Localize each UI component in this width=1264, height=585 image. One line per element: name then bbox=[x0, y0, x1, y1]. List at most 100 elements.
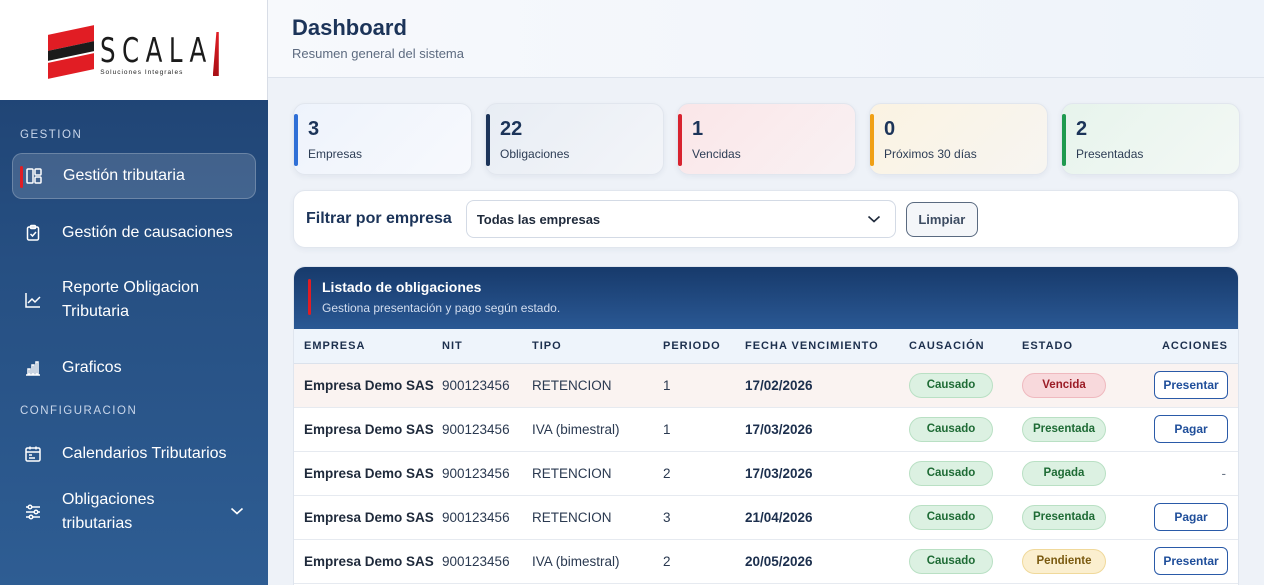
table-subtitle: Gestiona presentación y pago según estad… bbox=[322, 301, 561, 315]
sidebar-item-reporte-obligacion[interactable]: Reporte Obligacion Tributaria bbox=[12, 276, 256, 324]
logo-area: SCALA Soluciones Integrales bbox=[0, 0, 268, 100]
col-fecha[interactable]: FECHA VENCIMIENTO bbox=[745, 329, 909, 364]
pagar-button[interactable]: Pagar bbox=[1154, 415, 1228, 443]
chart-line-icon bbox=[24, 291, 42, 309]
sidebar-item-gestion-causaciones[interactable]: Gestión de causaciones bbox=[12, 220, 256, 246]
table-row[interactable]: Empresa Demo SAS 900123456 RETENCION 3 2… bbox=[294, 495, 1238, 540]
sidebar-item-obligaciones-tributarias[interactable]: Obligaciones tributarias bbox=[12, 488, 256, 536]
cell-fecha: 20/05/2026 bbox=[745, 539, 909, 584]
causacion-badge: Causado bbox=[909, 416, 993, 442]
cell-fecha: 17/03/2026 bbox=[745, 407, 909, 452]
stat-card-vencidas[interactable]: 1 Vencidas bbox=[677, 103, 856, 175]
sidebar-item-label: Gestión de causaciones bbox=[62, 224, 233, 241]
cell-nit: 900123456 bbox=[442, 495, 532, 540]
stats-row: 3 Empresas 22 Obligaciones 1 Vencidas 0 … bbox=[293, 103, 1240, 175]
chevron-down-icon[interactable] bbox=[230, 500, 244, 524]
page-subtitle: Resumen general del sistema bbox=[292, 46, 464, 61]
sidebar-item-label: Reporte Obligacion Tributaria bbox=[62, 279, 199, 320]
sidebar: SCALA Soluciones Integrales GESTION Gest… bbox=[0, 0, 268, 585]
presentar-button[interactable]: Presentar bbox=[1154, 371, 1228, 399]
cell-periodo: 3 bbox=[663, 495, 745, 540]
cell-tipo: IVA (bimestral) bbox=[532, 539, 663, 584]
clipboard-icon bbox=[24, 224, 42, 242]
stat-value: 1 bbox=[692, 118, 704, 140]
cell-tipo: RETENCION bbox=[532, 363, 663, 408]
chevron-down-icon bbox=[867, 212, 881, 227]
col-empresa[interactable]: EMPRESA bbox=[294, 329, 442, 364]
table-row[interactable]: Empresa Demo SAS 900123456 IVA (bimestra… bbox=[294, 407, 1238, 452]
stat-label: Vencidas bbox=[692, 147, 741, 161]
page-header: Dashboard Resumen general del sistema bbox=[268, 0, 1264, 78]
cell-fecha: 17/02/2026 bbox=[745, 363, 909, 408]
stat-label: Próximos 30 días bbox=[884, 147, 977, 161]
causacion-badge: Causado bbox=[909, 504, 993, 530]
stat-value: 3 bbox=[308, 118, 320, 140]
sliders-icon bbox=[24, 503, 42, 521]
causacion-badge: Causado bbox=[909, 548, 993, 574]
col-tipo[interactable]: TIPO bbox=[532, 329, 663, 364]
section-label-gestion: GESTION bbox=[20, 129, 83, 141]
cell-tipo: RETENCION bbox=[532, 451, 663, 496]
stat-value: 2 bbox=[1076, 118, 1088, 140]
stat-value: 0 bbox=[884, 118, 896, 140]
no-action: - bbox=[1221, 465, 1227, 481]
status-badge: Presentada bbox=[1022, 416, 1106, 442]
table-card-header: Listado de obligaciones Gestiona present… bbox=[294, 267, 1238, 329]
pagar-button[interactable]: Pagar bbox=[1154, 503, 1228, 531]
stat-card-presentadas[interactable]: 2 Presentadas bbox=[1061, 103, 1240, 175]
filter-bar: Filtrar por empresa Todas las empresas L… bbox=[293, 190, 1239, 248]
stat-card-empresas[interactable]: 3 Empresas bbox=[293, 103, 472, 175]
sidebar-item-label: Gestión tributaria bbox=[63, 167, 185, 184]
obligations-card: Listado de obligaciones Gestiona present… bbox=[293, 266, 1239, 585]
sidebar-item-graficos[interactable]: Graficos bbox=[12, 355, 256, 381]
filter-label: Filtrar por empresa bbox=[306, 210, 452, 227]
sidebar-item-label: Graficos bbox=[62, 359, 122, 376]
col-causacion[interactable]: CAUSACIÓN bbox=[909, 329, 1022, 364]
select-value: Todas las empresas bbox=[476, 211, 601, 227]
bar-chart-icon bbox=[24, 359, 42, 377]
calendar-icon bbox=[24, 445, 42, 463]
sidebar-item-label: Obligaciones tributarias bbox=[62, 491, 155, 532]
cell-fecha: 17/03/2026 bbox=[745, 451, 909, 496]
presentar-button[interactable]: Presentar bbox=[1154, 547, 1228, 575]
sidebar-item-calendarios[interactable]: Calendarios Tributarios bbox=[12, 441, 256, 467]
stat-value: 22 bbox=[500, 118, 523, 140]
causacion-badge: Causado bbox=[909, 460, 993, 486]
stat-card-proximos[interactable]: 0 Próximos 30 días bbox=[869, 103, 1048, 175]
table-row[interactable]: Empresa Demo SAS 900123456 IVA (bimestra… bbox=[294, 539, 1238, 584]
stat-label: Obligaciones bbox=[500, 147, 570, 161]
cell-empresa: Empresa Demo SAS bbox=[294, 539, 442, 584]
clear-button[interactable]: Limpiar bbox=[905, 201, 978, 237]
causacion-badge: Causado bbox=[909, 372, 993, 398]
status-badge: Presentada bbox=[1022, 504, 1106, 530]
cell-periodo: 2 bbox=[663, 539, 745, 584]
table-row[interactable]: Empresa Demo SAS 900123456 RETENCION 2 1… bbox=[294, 451, 1238, 496]
cell-nit: 900123456 bbox=[442, 539, 532, 584]
status-badge: Vencida bbox=[1022, 372, 1106, 398]
cell-empresa: Empresa Demo SAS bbox=[294, 407, 442, 452]
cell-nit: 900123456 bbox=[442, 407, 532, 452]
col-acciones[interactable]: ACCIONES bbox=[1134, 329, 1238, 364]
col-periodo[interactable]: PERIODO bbox=[663, 329, 745, 364]
layout-icon bbox=[25, 167, 43, 185]
brand-logo[interactable]: SCALA Soluciones Integrales bbox=[48, 24, 219, 79]
col-nit[interactable]: NIT bbox=[442, 329, 532, 364]
status-badge: Pendiente bbox=[1022, 548, 1106, 574]
table-title: Listado de obligaciones bbox=[322, 279, 482, 295]
cell-periodo: 2 bbox=[663, 451, 745, 496]
col-estado[interactable]: ESTADO bbox=[1022, 329, 1134, 364]
stat-card-obligaciones[interactable]: 22 Obligaciones bbox=[485, 103, 664, 175]
company-select[interactable]: Todas las empresas bbox=[465, 200, 896, 238]
cell-empresa: Empresa Demo SAS bbox=[294, 451, 442, 496]
cell-fecha: 21/04/2026 bbox=[745, 495, 909, 540]
cell-empresa: Empresa Demo SAS bbox=[294, 363, 442, 408]
page-title: Dashboard bbox=[292, 15, 407, 40]
table-row[interactable]: Empresa Demo SAS 900123456 RETENCION 1 1… bbox=[294, 363, 1238, 408]
main-content: Dashboard Resumen general del sistema 3 … bbox=[268, 0, 1264, 585]
stat-label: Presentadas bbox=[1076, 147, 1144, 161]
cell-empresa: Empresa Demo SAS bbox=[294, 495, 442, 540]
cell-tipo: IVA (bimestral) bbox=[532, 407, 663, 452]
sidebar-item-gestion-tributaria[interactable]: Gestión tributaria bbox=[12, 153, 256, 199]
section-label-configuracion: CONFIGURACION bbox=[20, 405, 138, 417]
cell-periodo: 1 bbox=[663, 407, 745, 452]
